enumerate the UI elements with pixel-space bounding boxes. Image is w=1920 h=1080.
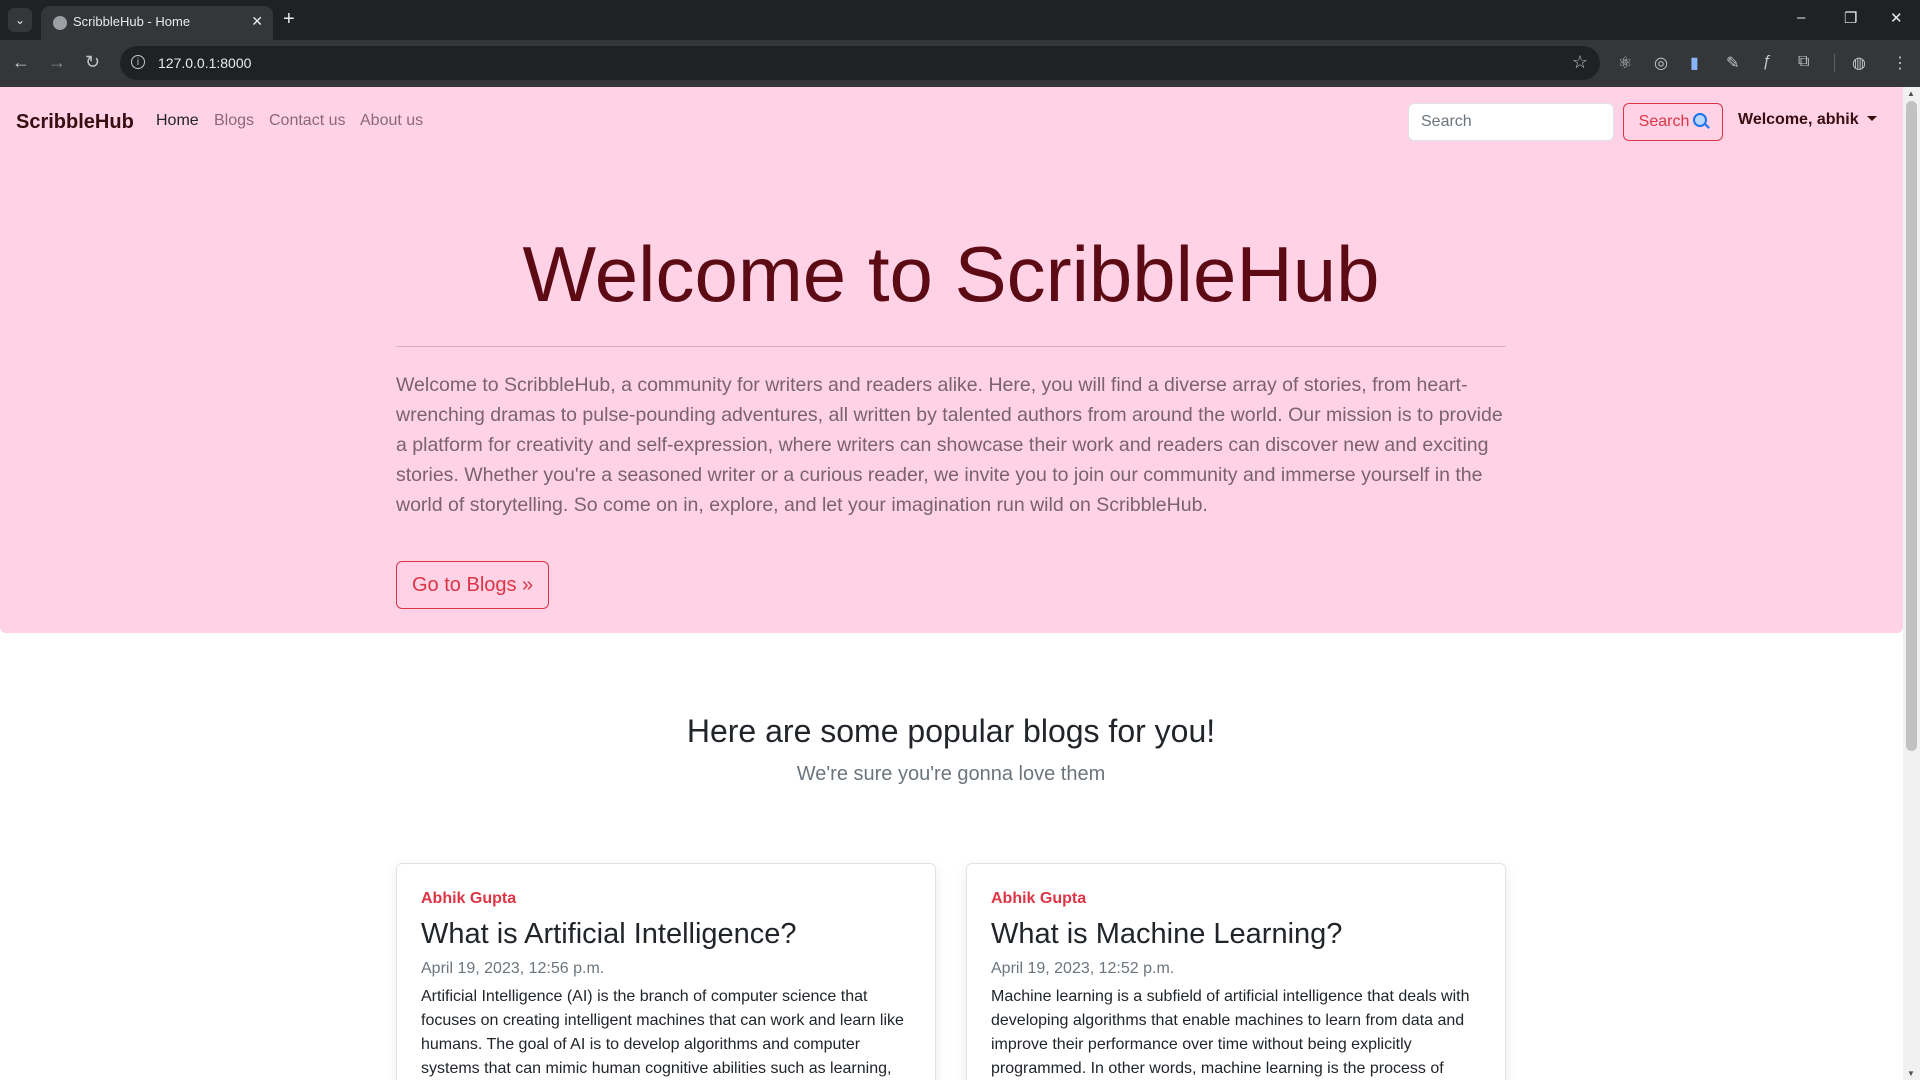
forward-icon[interactable]: → bbox=[48, 52, 66, 73]
blog-date: April 19, 2023, 12:52 p.m. bbox=[991, 960, 1175, 977]
nav-link-contact[interactable]: Contact us bbox=[269, 112, 345, 130]
new-tab-button[interactable]: + bbox=[283, 7, 295, 31]
extension-function-icon[interactable]: ƒ bbox=[1762, 53, 1771, 71]
bookmark-star-icon[interactable]: ☆ bbox=[1572, 52, 1588, 73]
brand-logo[interactable]: ScribbleHub bbox=[16, 111, 134, 134]
search-button-label: Search bbox=[1638, 113, 1690, 130]
nav-link-home[interactable]: Home bbox=[156, 112, 199, 130]
site-navbar: ScribbleHub Home Blogs Contact us About … bbox=[0, 87, 1903, 159]
browser-tab-bar: ⌄ ScribbleHub - Home ✕ + – ❐ ✕ bbox=[0, 0, 1920, 40]
browser-tab[interactable]: ScribbleHub - Home ✕ bbox=[41, 6, 273, 40]
profile-avatar-icon[interactable]: ◍ bbox=[1852, 53, 1866, 73]
restore-icon[interactable]: ❐ bbox=[1844, 9, 1857, 27]
globe-icon bbox=[53, 16, 67, 30]
tab-search-icon[interactable]: ⌄ bbox=[8, 8, 32, 32]
caret-down-icon bbox=[1866, 116, 1877, 121]
page-scrollbar[interactable]: ▲ ▼ bbox=[1903, 87, 1920, 1080]
blog-author: Abhik Gupta bbox=[421, 890, 517, 907]
nav-link-blogs[interactable]: Blogs bbox=[214, 112, 254, 130]
popular-blogs-subtitle: We're sure you're gonna love them bbox=[796, 763, 1106, 785]
tab-title: ScribbleHub - Home bbox=[73, 14, 191, 29]
hero-heading: Welcome to ScribbleHub bbox=[522, 230, 1380, 318]
toolbar-divider bbox=[1834, 54, 1835, 72]
extension-document-icon[interactable]: ▮ bbox=[1690, 53, 1699, 73]
blog-card[interactable]: Abhik Gupta What is Machine Learning? Ap… bbox=[966, 863, 1506, 1080]
back-icon[interactable]: ← bbox=[12, 52, 30, 73]
blog-author: Abhik Gupta bbox=[991, 890, 1087, 907]
address-bar[interactable]: i 127.0.0.1:8000 ☆ bbox=[120, 46, 1600, 80]
popular-blogs-title: Here are some popular blogs for you! bbox=[686, 713, 1216, 749]
extension-pen-icon[interactable]: ✎ bbox=[1726, 53, 1739, 73]
extensions-puzzle-icon[interactable]: ⧉ bbox=[1798, 53, 1809, 71]
search-input[interactable] bbox=[1408, 103, 1614, 141]
blog-date: April 19, 2023, 12:56 p.m. bbox=[421, 960, 605, 977]
blog-title[interactable]: What is Machine Learning? bbox=[991, 918, 1342, 951]
reload-icon[interactable]: ↻ bbox=[85, 52, 100, 73]
user-greeting: Welcome, abhik bbox=[1738, 111, 1859, 128]
user-dropdown[interactable]: Welcome, abhik bbox=[1738, 111, 1877, 129]
minimize-icon[interactable]: – bbox=[1797, 9, 1805, 26]
site-info-icon[interactable]: i bbox=[131, 55, 145, 69]
search-button[interactable]: Search bbox=[1623, 103, 1723, 141]
hero-paragraph: Welcome to ScribbleHub, a community for … bbox=[396, 374, 1503, 516]
blog-excerpt: Machine learning is a subfield of artifi… bbox=[991, 988, 1470, 1077]
blog-title[interactable]: What is Artificial Intelligence? bbox=[421, 918, 797, 951]
page-viewport: ScribbleHub Home Blogs Contact us About … bbox=[0, 87, 1903, 1080]
tab-close-icon[interactable]: ✕ bbox=[251, 13, 263, 30]
blog-excerpt: Artificial Intelligence (AI) is the bran… bbox=[421, 988, 904, 1077]
magnifier-icon bbox=[1693, 113, 1708, 127]
go-to-blogs-button[interactable]: Go to Blogs » bbox=[396, 561, 550, 609]
scroll-up-arrow-icon[interactable]: ▲ bbox=[1907, 89, 1915, 98]
url-text[interactable]: 127.0.0.1:8000 bbox=[158, 55, 251, 71]
scrollbar-thumb[interactable] bbox=[1906, 101, 1917, 751]
scroll-down-arrow-icon[interactable]: ▼ bbox=[1907, 1069, 1915, 1078]
blog-card[interactable]: Abhik Gupta What is Artificial Intellige… bbox=[396, 863, 936, 1080]
browser-menu-icon[interactable]: ⋮ bbox=[1892, 53, 1908, 73]
extension-target-icon[interactable]: ◎ bbox=[1654, 53, 1668, 73]
nav-link-about[interactable]: About us bbox=[360, 112, 423, 130]
extension-react-icon[interactable]: ⚛ bbox=[1618, 53, 1632, 73]
hero-divider bbox=[396, 346, 1506, 347]
browser-toolbar: ← → ↻ i 127.0.0.1:8000 ☆ ⚛ ◎ ▮ ✎ ƒ ⧉ ◍ ⋮ bbox=[0, 40, 1920, 87]
hero-jumbotron: Welcome to ScribbleHub Welcome to Scribb… bbox=[0, 159, 1903, 633]
window-close-icon[interactable]: ✕ bbox=[1890, 9, 1903, 27]
